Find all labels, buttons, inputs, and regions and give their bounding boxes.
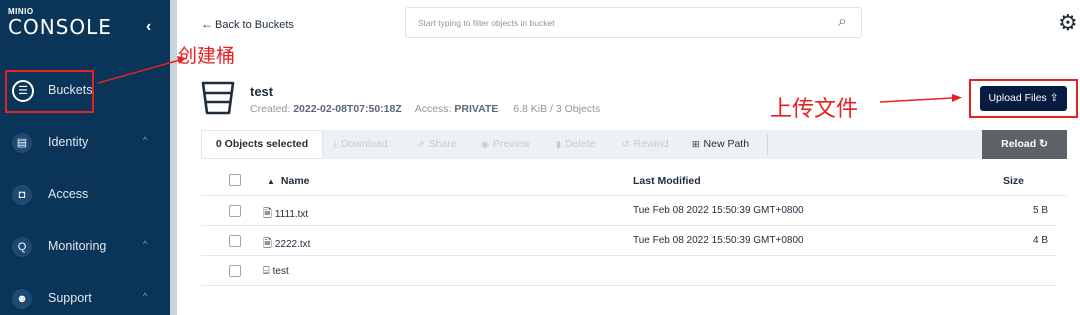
table-header: ▲ Name Last Modified Size <box>201 166 1067 196</box>
access-label: Access: <box>414 103 452 115</box>
upload-files-button[interactable]: Upload Files ⇪ <box>980 86 1067 111</box>
folder-icon: ⌸ <box>263 265 270 277</box>
object-modified: Tue Feb 08 2022 15:50:39 GMT+0800 <box>633 235 804 246</box>
back-to-buckets-link[interactable]: ← Back to Buckets <box>201 17 294 31</box>
object-size: 4 B <box>1032 235 1048 246</box>
access-value: PRIVATE <box>454 103 499 115</box>
select-all-checkbox[interactable] <box>229 174 241 186</box>
share-button[interactable]: ⇗ Share <box>417 138 457 150</box>
eye-icon: ◉ <box>481 139 489 149</box>
object-name[interactable]: 🗎 1111.txt <box>263 205 308 224</box>
annotation-upload-files: 上传文件 <box>770 97 859 122</box>
search-placeholder: Start typing to filter objects in bucket <box>418 18 555 28</box>
created-label: Created: <box>250 103 291 115</box>
new-path-label: New Path <box>703 138 750 150</box>
bucket-icon <box>201 81 235 115</box>
download-button[interactable]: ⤓ Download <box>333 138 388 150</box>
arrow-left-icon: ← <box>201 17 213 31</box>
share-icon: ⇗ <box>417 139 425 149</box>
row-checkbox[interactable] <box>229 265 241 277</box>
sort-asc-icon: ▲ <box>267 177 275 186</box>
object-name-label: 2222.txt <box>274 239 311 250</box>
annotation-create-bucket: 创建桶 <box>178 45 236 67</box>
column-name-label: Name <box>280 175 310 187</box>
upload-icon: ⇪ <box>1049 92 1059 104</box>
object-name-label: 1111.txt <box>274 209 309 220</box>
create-bucket-arrow <box>97 59 181 84</box>
rewind-icon: ↺ <box>622 139 630 149</box>
rewind-label: Rewind <box>633 138 669 150</box>
search-icon[interactable]: ⌕ <box>838 13 847 31</box>
upload-label: Upload Files <box>988 92 1047 104</box>
bucket-name: test <box>250 84 274 99</box>
share-label: Share <box>428 138 457 150</box>
table-row[interactable]: ⌸ test <box>201 256 1056 286</box>
search-input[interactable]: Start typing to filter objects in bucket… <box>405 7 862 38</box>
reload-button[interactable]: Reload ↻ <box>982 130 1067 159</box>
toolbar-divider <box>767 134 768 155</box>
row-checkbox[interactable] <box>229 205 241 217</box>
reload-label: Reload <box>1001 138 1037 150</box>
upload-arrowhead <box>952 94 962 102</box>
bucket-size: 6.8 KiB / 3 Objects <box>513 103 601 115</box>
download-label: Download <box>340 138 388 150</box>
gear-icon[interactable]: ⚙ <box>1058 10 1078 36</box>
row-checkbox[interactable] <box>229 235 241 247</box>
table-row[interactable]: 🗎 2222.txt Tue Feb 08 2022 15:50:39 GMT+0… <box>201 226 1056 256</box>
upload-arrow <box>879 97 953 103</box>
preview-label: Preview <box>492 138 531 150</box>
back-label: Back to Buckets <box>215 19 294 31</box>
object-toolbar: 0 Objects selected ⤓ Download ⇗ Share ◉ Pre… <box>201 130 1067 159</box>
created-value: 2022-02-08T07:50:18Z <box>293 103 402 115</box>
new-path-button[interactable]: ⊞ New Path <box>692 138 749 150</box>
file-icon: 🗎 <box>263 238 272 250</box>
column-last-modified[interactable]: Last Modified <box>633 175 701 187</box>
objects-selected-count: 0 Objects selected <box>201 130 323 159</box>
column-size[interactable]: Size <box>1003 175 1024 187</box>
object-name[interactable]: 🗎 2222.txt <box>263 235 310 254</box>
delete-label: Delete <box>564 138 596 150</box>
object-size: 5 B <box>1032 205 1048 216</box>
preview-button[interactable]: ◉ Preview <box>481 138 530 150</box>
column-name[interactable]: ▲ Name <box>267 175 310 187</box>
object-name-label: test <box>272 266 289 277</box>
rewind-button[interactable]: ↺ Rewind <box>622 138 669 150</box>
folder-plus-icon: ⊞ <box>692 139 700 149</box>
download-icon: ⤓ <box>333 139 337 149</box>
refresh-icon: ↻ <box>1039 138 1048 150</box>
table-row[interactable]: 🗎 1111.txt Tue Feb 08 2022 15:50:39 GMT+0… <box>201 196 1056 226</box>
object-name[interactable]: ⌸ test <box>263 265 289 278</box>
bucket-meta: Created: 2022-02-08T07:50:18Z Access: PR… <box>250 103 600 115</box>
delete-button[interactable]: ▮ Delete <box>556 138 595 150</box>
object-modified: Tue Feb 08 2022 15:50:39 GMT+0800 <box>633 205 804 216</box>
file-icon: 🗎 <box>263 208 272 220</box>
trash-icon: ▮ <box>556 139 561 149</box>
